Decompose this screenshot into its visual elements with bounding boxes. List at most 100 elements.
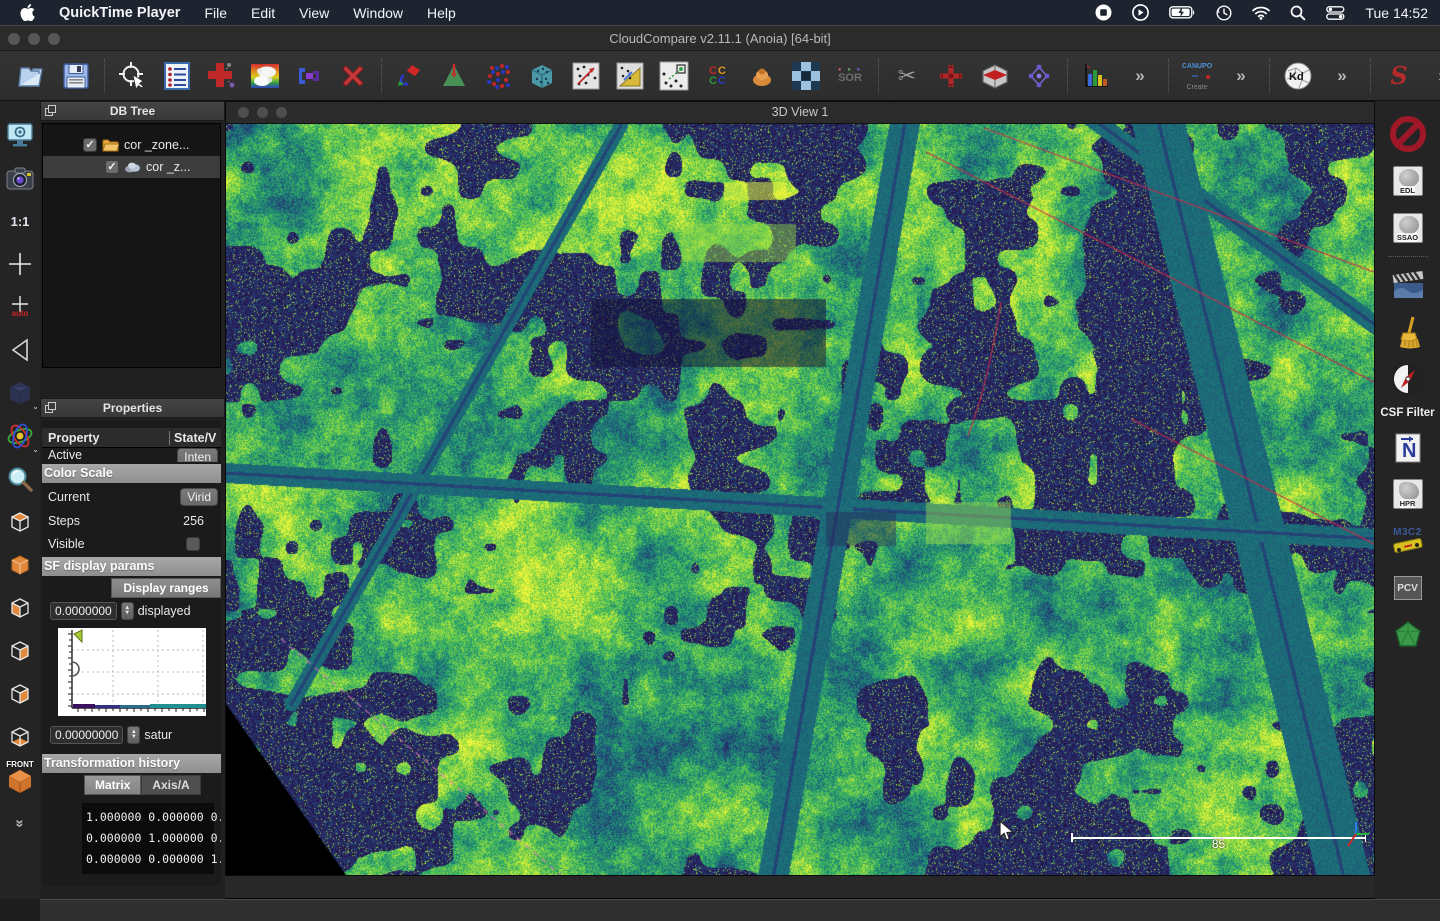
rotation-mode-icon[interactable]: ⌄: [4, 420, 36, 452]
poisson-recon-icon[interactable]: [1388, 616, 1428, 654]
menu-edit[interactable]: Edit: [251, 5, 275, 21]
3d-view-title-bar[interactable]: 3D View 1: [226, 102, 1374, 124]
db-tree-list[interactable]: ✓ cor _zone... ✓ cor _z...: [42, 123, 221, 368]
fit-primitive-icon[interactable]: [438, 59, 470, 93]
pivot-visibility-icon[interactable]: ⌄: [4, 377, 36, 409]
menu-view[interactable]: View: [299, 5, 329, 21]
close-view-icon[interactable]: [238, 107, 249, 118]
control-center-icon[interactable]: [1326, 6, 1345, 20]
minimize-view-icon[interactable]: [257, 107, 268, 118]
zoom-magnifier-icon[interactable]: [4, 463, 36, 495]
play-status-icon[interactable]: [1132, 4, 1149, 21]
menu-file[interactable]: File: [204, 5, 227, 21]
wifi-icon[interactable]: [1252, 6, 1270, 20]
apple-logo-icon[interactable]: [20, 4, 35, 21]
menu-app-name[interactable]: QuickTime Player: [59, 5, 180, 21]
properties-header[interactable]: Properties: [40, 398, 225, 418]
cross-section-icon[interactable]: [979, 59, 1011, 93]
window-title-bar[interactable]: CloudCompare v2.11.1 (Anoia) [64-bit]: [0, 26, 1440, 51]
compass-plugin-icon[interactable]: [1388, 360, 1428, 398]
view-left-icon[interactable]: [4, 592, 36, 624]
stepper-icon[interactable]: ▲▼: [127, 726, 140, 744]
csf-filter-label[interactable]: CSF Filter: [1380, 407, 1434, 419]
float-panel-icon[interactable]: [45, 105, 56, 116]
current-scale-dropdown[interactable]: Virid: [180, 488, 218, 506]
no-filter-icon[interactable]: [1388, 115, 1428, 153]
extract-sections-icon[interactable]: [570, 59, 602, 93]
clean-broom-icon[interactable]: [1388, 313, 1428, 351]
menu-window[interactable]: Window: [353, 5, 403, 21]
screenshot-camera-icon[interactable]: [4, 162, 36, 194]
zoom-1-1-icon[interactable]: 1:1: [4, 205, 36, 237]
subsample-cloud-icon[interactable]: [482, 59, 514, 93]
sor-filter-icon[interactable]: ● ● ● SOR: [834, 59, 866, 93]
hpr-plugin-icon[interactable]: HPR: [1388, 475, 1428, 513]
saturation-input[interactable]: 0.00000000: [50, 726, 123, 744]
time-machine-icon[interactable]: [1216, 5, 1232, 21]
facets-north-icon[interactable]: N: [1388, 428, 1428, 466]
compute-volume-icon[interactable]: [790, 59, 822, 93]
tree-item-cloud[interactable]: ✓ cor _z...: [43, 156, 220, 178]
clone-properties-icon[interactable]: [161, 59, 193, 93]
zoom-fit-icon[interactable]: [4, 248, 36, 280]
clone-entity-sheep-icon[interactable]: [249, 59, 281, 93]
canupo-plugin-icon[interactable]: CANUPO Create: [1181, 59, 1213, 93]
view-bottom-icon[interactable]: [4, 721, 36, 753]
float-panel-icon[interactable]: [45, 402, 56, 413]
tab-axis-angle[interactable]: Axis/A: [141, 775, 200, 795]
edl-shader-icon[interactable]: EDL: [1388, 162, 1428, 200]
point-list-picking-icon[interactable]: [658, 59, 690, 93]
steps-value[interactable]: 256: [183, 514, 218, 528]
zoom-window-icon[interactable]: [48, 33, 60, 45]
view-right-icon[interactable]: [4, 678, 36, 710]
pcv-plugin-icon[interactable]: PCV: [1388, 569, 1428, 607]
tab-matrix[interactable]: Matrix: [84, 775, 141, 795]
cloud-cloud-distance-icon[interactable]: CCCC: [702, 59, 734, 93]
spline-overflow-icon[interactable]: »: [1427, 59, 1440, 93]
merge-clouds-icon[interactable]: [293, 59, 325, 93]
screen-record-stop-icon[interactable]: [1095, 4, 1112, 21]
sf-histogram[interactable]: [58, 628, 206, 716]
clipping-box-icon[interactable]: [935, 59, 967, 93]
left-toolbar-overflow-icon[interactable]: »: [4, 807, 36, 839]
active-sf-dropdown[interactable]: Inten: [177, 448, 218, 462]
view-front-icon[interactable]: [4, 549, 36, 581]
battery-icon[interactable]: [1169, 6, 1196, 19]
display-ranges-button[interactable]: Display ranges: [111, 578, 221, 598]
point-cloud-render[interactable]: [226, 124, 1374, 875]
displayed-min-input[interactable]: 0.0000000: [50, 602, 117, 620]
checkbox-checked-icon[interactable]: ✓: [83, 138, 97, 152]
connected-components-icon[interactable]: [1023, 59, 1055, 93]
rasterize-icon[interactable]: [746, 59, 778, 93]
animation-plugin-icon[interactable]: [1388, 266, 1428, 304]
close-window-icon[interactable]: [8, 33, 20, 45]
stepper-icon[interactable]: ▲▼: [121, 602, 134, 620]
unroll-cloud-icon[interactable]: [614, 59, 646, 93]
view-back-icon[interactable]: [4, 635, 36, 667]
point-picking-icon[interactable]: [117, 59, 149, 93]
canupo-overflow-icon[interactable]: »: [1225, 59, 1257, 93]
view-top-icon[interactable]: [4, 506, 36, 538]
menu-help[interactable]: Help: [427, 5, 456, 21]
octree-compute-icon[interactable]: [526, 59, 558, 93]
ssao-shader-icon[interactable]: SSAO: [1388, 209, 1428, 247]
spotlight-search-icon[interactable]: [1290, 5, 1306, 21]
visible-checkbox[interactable]: [186, 537, 200, 551]
m3c2-plugin-icon[interactable]: M3C2: [1388, 522, 1428, 560]
scissors-segment-icon[interactable]: ✂: [891, 59, 923, 93]
auto-pick-center-icon[interactable]: auto: [4, 291, 36, 323]
previous-view-icon[interactable]: [4, 334, 36, 366]
spline-plugin-icon[interactable]: S: [1383, 59, 1415, 93]
kd-tree-plugin-icon[interactable]: Kd: [1282, 59, 1314, 93]
delete-entity-icon[interactable]: [337, 59, 369, 93]
checkbox-checked-icon[interactable]: ✓: [105, 160, 119, 174]
translate-rotate-icon[interactable]: [394, 59, 426, 93]
toolbar-overflow-icon[interactable]: »: [1124, 59, 1156, 93]
display-settings-icon[interactable]: [4, 119, 36, 151]
save-file-icon[interactable]: [60, 59, 92, 93]
minimize-window-icon[interactable]: [28, 33, 40, 45]
view-iso-front-icon[interactable]: FRONT: [4, 764, 36, 796]
zoom-view-icon[interactable]: [276, 107, 287, 118]
add-point-list-icon[interactable]: [205, 59, 237, 93]
menu-clock[interactable]: Tue 14:52: [1365, 5, 1428, 21]
